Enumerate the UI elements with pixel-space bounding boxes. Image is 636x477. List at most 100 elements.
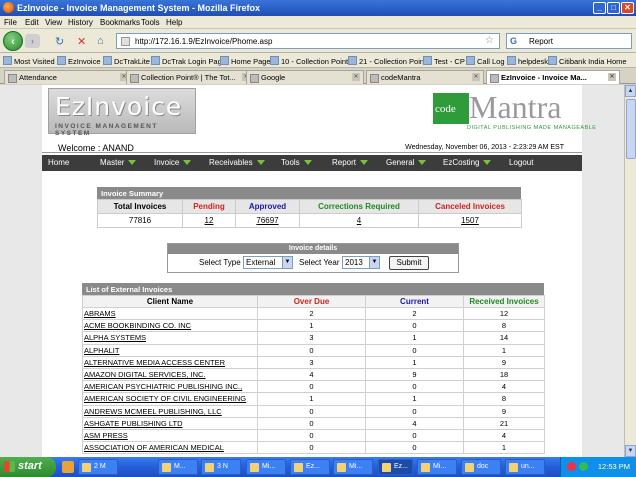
- taskbar-item[interactable]: Mi...: [246, 459, 286, 475]
- taskbar-item[interactable]: un...: [505, 459, 545, 475]
- summary-value[interactable]: 76697: [235, 213, 300, 228]
- scroll-down-icon[interactable]: ▼: [625, 445, 636, 457]
- bookmark-item[interactable]: EzInvoice: [57, 56, 101, 66]
- nav-ezcosting[interactable]: EzCosting: [443, 158, 492, 167]
- client-name-cell[interactable]: ALPHA SYSTEMS: [82, 331, 258, 345]
- client-name-cell[interactable]: ASHGATE PUBLISHING LTD: [82, 416, 258, 430]
- client-link[interactable]: AMERICAN SOCIETY OF CIVIL ENGINEERING: [84, 394, 246, 403]
- menu-history[interactable]: History: [68, 18, 93, 27]
- client-link[interactable]: ASSOCIATION OF AMERICAN MEDICAL: [84, 443, 224, 452]
- page-scrollbar[interactable]: ▲ ▼: [624, 85, 636, 457]
- menu-bookmarks[interactable]: Bookmarks: [100, 18, 140, 27]
- bookmark-item[interactable]: Citibank India Home: [548, 56, 627, 66]
- minimize-button[interactable]: _: [593, 2, 606, 14]
- bookmark-item[interactable]: helpdesk: [507, 56, 548, 66]
- summary-value[interactable]: 4: [299, 213, 419, 228]
- client-link[interactable]: AMAZON DIGITAL SERVICES, INC.: [84, 370, 206, 379]
- client-name-cell[interactable]: ANDREWS MCMEEL PUBLISHING, LLC: [82, 404, 258, 418]
- bookmark-item[interactable]: Test - CP: [423, 56, 465, 66]
- taskbar-item[interactable]: Mi...: [417, 459, 457, 475]
- menu-file[interactable]: File: [4, 18, 17, 27]
- nav-logout[interactable]: Logout: [509, 158, 533, 167]
- quicklaunch-icon[interactable]: [62, 461, 74, 473]
- chevron-down-icon[interactable]: ▼: [369, 257, 379, 268]
- taskbar-item[interactable]: Ez...: [290, 459, 330, 475]
- close-tab-icon[interactable]: ✕: [472, 73, 480, 81]
- scroll-thumb[interactable]: [626, 99, 636, 159]
- bookmark-item[interactable]: 21 - Collection Point: [348, 56, 426, 66]
- year-select[interactable]: 2013 ▼: [342, 256, 380, 269]
- url-bar[interactable]: http://172.16.1.9/EzInvoice/Phome.asp ☆: [116, 33, 500, 49]
- taskbar-item[interactable]: Mi...: [333, 459, 373, 475]
- reload-icon[interactable]: ↻: [55, 35, 64, 48]
- type-select[interactable]: External ▼: [243, 256, 293, 269]
- nav-tools[interactable]: Tools: [281, 158, 312, 167]
- client-link[interactable]: ANDREWS MCMEEL PUBLISHING, LLC: [84, 407, 222, 416]
- tab-attendance[interactable]: Attendance ✕: [4, 70, 132, 84]
- client-link[interactable]: ASM PRESS: [84, 431, 128, 440]
- client-name-cell[interactable]: ABRAMS: [82, 306, 258, 321]
- chevron-down-icon[interactable]: ▼: [282, 257, 292, 268]
- client-name-cell[interactable]: AMAZON DIGITAL SERVICES, INC.: [82, 367, 258, 382]
- tab-ezinvoice[interactable]: EzInvoice - Invoice Ma... ✕: [486, 70, 620, 84]
- bookmark-item[interactable]: Home Page: [220, 56, 271, 66]
- taskbar-item[interactable]: M...: [158, 459, 198, 475]
- bookmark-star-icon[interactable]: ☆: [485, 35, 494, 46]
- tray-icon[interactable]: [567, 462, 576, 471]
- menu-tools[interactable]: Tools: [141, 18, 160, 27]
- taskbar-item[interactable]: doc: [461, 459, 501, 475]
- client-link[interactable]: ALPHA SYSTEMS: [84, 333, 146, 342]
- search-input[interactable]: G Report: [506, 33, 632, 49]
- search-engine-icon[interactable]: G: [510, 36, 517, 46]
- back-button[interactable]: ‹: [3, 31, 23, 51]
- bookmark-item[interactable]: 10 - Collection Point: [270, 56, 348, 66]
- taskbar-item[interactable]: 2 M: [78, 459, 118, 475]
- tray-icon[interactable]: [579, 462, 588, 471]
- client-link[interactable]: ABRAMS: [84, 309, 116, 318]
- client-name-cell[interactable]: ACME BOOKBINDING CO. INC: [82, 319, 258, 333]
- nav-receivables[interactable]: Receivables: [209, 158, 265, 167]
- client-name-cell[interactable]: ALPHALIT: [82, 343, 258, 357]
- start-button[interactable]: start: [0, 457, 56, 477]
- forward-button[interactable]: ›: [25, 34, 40, 48]
- nav-home[interactable]: Home: [48, 158, 69, 167]
- summary-value[interactable]: 1507: [418, 213, 522, 228]
- menu-view[interactable]: View: [45, 18, 62, 27]
- summary-value[interactable]: 12: [182, 213, 236, 228]
- menu-help[interactable]: Help: [166, 18, 182, 27]
- summary-value-link[interactable]: 4: [357, 216, 361, 225]
- tab-google[interactable]: Google ✕: [246, 70, 364, 84]
- bookmark-item[interactable]: Call Log: [466, 56, 505, 66]
- summary-value-link[interactable]: 76697: [256, 216, 278, 225]
- client-link[interactable]: ALTERNATIVE MEDIA ACCESS CENTER: [84, 358, 225, 367]
- client-link[interactable]: ALPHALIT: [84, 346, 119, 355]
- close-tab-icon[interactable]: ✕: [352, 73, 360, 81]
- bookmark-item[interactable]: Most Visited: [3, 56, 55, 66]
- bookmark-item[interactable]: DcTrakLite: [103, 56, 150, 66]
- scroll-up-icon[interactable]: ▲: [625, 85, 636, 97]
- taskbar-item[interactable]: 3 N: [201, 459, 241, 475]
- home-icon[interactable]: ⌂: [97, 35, 104, 47]
- nav-master[interactable]: Master: [100, 158, 137, 167]
- client-name-cell[interactable]: AMERICAN PSYCHIATRIC PUBLISHING INC.,: [82, 380, 258, 394]
- maximize-button[interactable]: □: [607, 2, 620, 14]
- taskbar-item[interactable]: Ez...: [378, 459, 413, 475]
- client-link[interactable]: AMERICAN PSYCHIATRIC PUBLISHING INC.,: [84, 382, 242, 391]
- close-button[interactable]: ✕: [621, 2, 634, 14]
- client-link[interactable]: ASHGATE PUBLISHING LTD: [84, 419, 183, 428]
- stop-icon[interactable]: ✕: [77, 35, 86, 48]
- client-name-cell[interactable]: ASSOCIATION OF AMERICAN MEDICAL: [82, 441, 258, 455]
- client-link[interactable]: ACME BOOKBINDING CO. INC: [84, 321, 191, 330]
- client-name-cell[interactable]: AMERICAN SOCIETY OF CIVIL ENGINEERING: [82, 392, 258, 406]
- nav-report[interactable]: Report: [332, 158, 369, 167]
- menu-edit[interactable]: Edit: [25, 18, 39, 27]
- nav-general[interactable]: General: [386, 158, 427, 167]
- close-tab-icon[interactable]: ✕: [608, 73, 616, 81]
- client-name-cell[interactable]: ALTERNATIVE MEDIA ACCESS CENTER: [82, 355, 258, 369]
- tab-collection-point[interactable]: Collection Point® | The Tot... ✕: [126, 70, 254, 84]
- submit-button[interactable]: Submit: [389, 256, 429, 270]
- summary-value-link[interactable]: 1507: [461, 216, 479, 225]
- summary-value-link[interactable]: 12: [205, 216, 214, 225]
- bookmark-item[interactable]: DcTrak Login Page: [151, 56, 226, 66]
- nav-invoice[interactable]: Invoice: [154, 158, 192, 167]
